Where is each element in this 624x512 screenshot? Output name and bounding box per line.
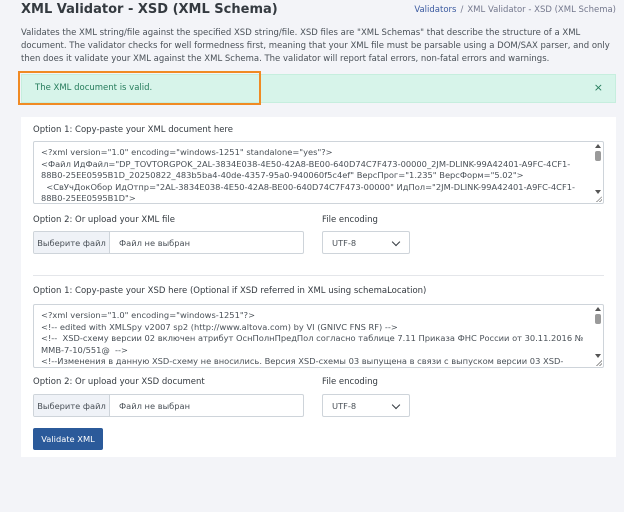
validator-form-card: Option 1: Copy-paste your XML document h… — [21, 117, 616, 457]
xml-choose-file-button[interactable]: Выберите файл — [34, 232, 110, 253]
scroll-down-icon[interactable] — [595, 190, 601, 194]
scroll-thumb[interactable] — [595, 314, 601, 324]
xsd-option2-label: Option 2: Or upload your XSD document — [33, 377, 205, 387]
resize-grip-icon[interactable] — [596, 196, 602, 202]
xml-file-input[interactable]: Выберите файл Файл не выбран — [33, 231, 304, 254]
close-icon[interactable]: × — [594, 81, 603, 94]
section-divider — [33, 275, 604, 276]
xml-scrollbar[interactable] — [594, 144, 602, 201]
page-title: XML Validator - XSD (XML Schema) — [21, 2, 278, 17]
chevron-down-icon — [391, 237, 401, 247]
xsd-file-input[interactable]: Выберите файл Файл не выбран — [33, 394, 304, 417]
xml-option2-label: Option 2: Or upload your XML file — [33, 215, 175, 225]
chevron-down-icon — [391, 400, 401, 410]
scroll-down-icon[interactable] — [595, 354, 601, 358]
xsd-choose-file-button[interactable]: Выберите файл — [34, 395, 110, 416]
xsd-option1-label: Option 1: Copy-paste your XSD here (Opti… — [33, 286, 427, 296]
xsd-encoding-value: UTF-8 — [332, 401, 357, 411]
xsd-textarea[interactable]: <?xml version="1.0" encoding="windows-12… — [33, 304, 604, 368]
alert-highlight-box — [18, 71, 261, 105]
resize-grip-icon[interactable] — [596, 360, 602, 366]
xml-encoding-value: UTF-8 — [332, 238, 357, 248]
xml-file-status: Файл не выбран — [119, 238, 191, 248]
xsd-file-status: Файл не выбран — [119, 401, 191, 411]
breadcrumb-separator: / — [460, 5, 464, 15]
scroll-up-icon[interactable] — [595, 144, 601, 148]
breadcrumb-current: XML Validator - XSD (XML Schema) — [467, 5, 616, 15]
xml-textarea-content: <?xml version="1.0" encoding="windows-12… — [41, 147, 576, 203]
scroll-up-icon[interactable] — [595, 307, 601, 311]
xml-encoding-label: File encoding — [322, 215, 378, 225]
xml-textarea[interactable]: <?xml version="1.0" encoding="windows-12… — [33, 141, 604, 204]
xml-option1-label: Option 1: Copy-paste your XML document h… — [33, 125, 233, 135]
xsd-textarea-content: <?xml version="1.0" encoding="windows-12… — [41, 310, 584, 366]
xml-encoding-select[interactable]: UTF-8 — [322, 231, 410, 254]
scroll-thumb[interactable] — [595, 151, 601, 161]
page-description: Validates the XML string/file against th… — [21, 28, 610, 64]
validate-xml-button[interactable]: Validate XML — [33, 428, 103, 450]
breadcrumb-validators-link[interactable]: Validators — [414, 5, 456, 15]
page-header: XML Validator - XSD (XML Schema) Validat… — [0, 0, 624, 22]
xsd-scrollbar[interactable] — [594, 307, 602, 365]
xsd-encoding-select[interactable]: UTF-8 — [322, 394, 410, 417]
breadcrumb: Validators / XML Validator - XSD (XML Sche… — [414, 5, 616, 15]
xsd-encoding-label: File encoding — [322, 377, 378, 387]
